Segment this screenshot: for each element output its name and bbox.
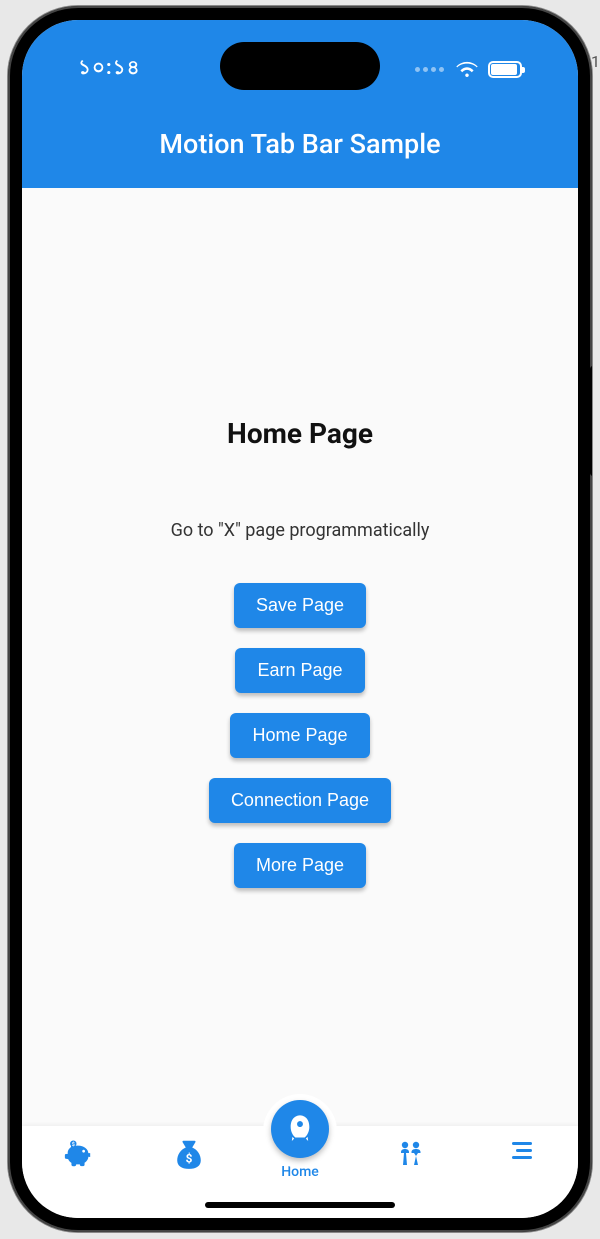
recording-dots-icon (415, 67, 444, 72)
tab-center-button (271, 1100, 329, 1158)
rocket-icon (286, 1113, 314, 1145)
app-title: Motion Tab Bar Sample (22, 128, 578, 160)
battery-icon (488, 61, 522, 78)
connection-page-button[interactable]: Connection Page (209, 778, 391, 823)
earn-page-button[interactable]: Earn Page (235, 648, 364, 693)
more-page-button[interactable]: More Page (234, 843, 366, 888)
svg-text:$: $ (185, 1152, 192, 1166)
page-title: Home Page (227, 417, 373, 450)
piggy-bank-icon: $ (63, 1140, 93, 1168)
dynamic-island (220, 42, 380, 90)
status-time: ১০:১৪ (78, 53, 141, 86)
tab-connect[interactable] (356, 1140, 467, 1168)
tab-more[interactable] (467, 1140, 578, 1160)
money-bag-icon: $ (176, 1140, 202, 1170)
svg-text:$: $ (71, 1141, 74, 1148)
truncated-edge-char: 1 (591, 52, 600, 71)
phone-frame: ১০:১৪ Motion Tab Bar Sample Home Page Go… (8, 6, 592, 1232)
people-icon (396, 1140, 426, 1168)
main-content: Home Page Go to "X" page programmaticall… (22, 188, 578, 1126)
wifi-icon (456, 61, 478, 77)
save-page-button[interactable]: Save Page (234, 583, 366, 628)
menu-icon (510, 1140, 534, 1160)
home-indicator[interactable] (205, 1202, 395, 1208)
page-subtitle: Go to "X" page programmatically (171, 520, 430, 541)
phone-side-button (590, 366, 592, 476)
status-icons (415, 61, 522, 78)
tab-earn[interactable]: $ (133, 1140, 244, 1170)
home-page-button[interactable]: Home Page (230, 713, 369, 758)
tab-home[interactable]: Home (244, 1140, 355, 1180)
tab-save[interactable]: $ (22, 1140, 133, 1168)
phone-screen: ১০:১৪ Motion Tab Bar Sample Home Page Go… (22, 20, 578, 1218)
